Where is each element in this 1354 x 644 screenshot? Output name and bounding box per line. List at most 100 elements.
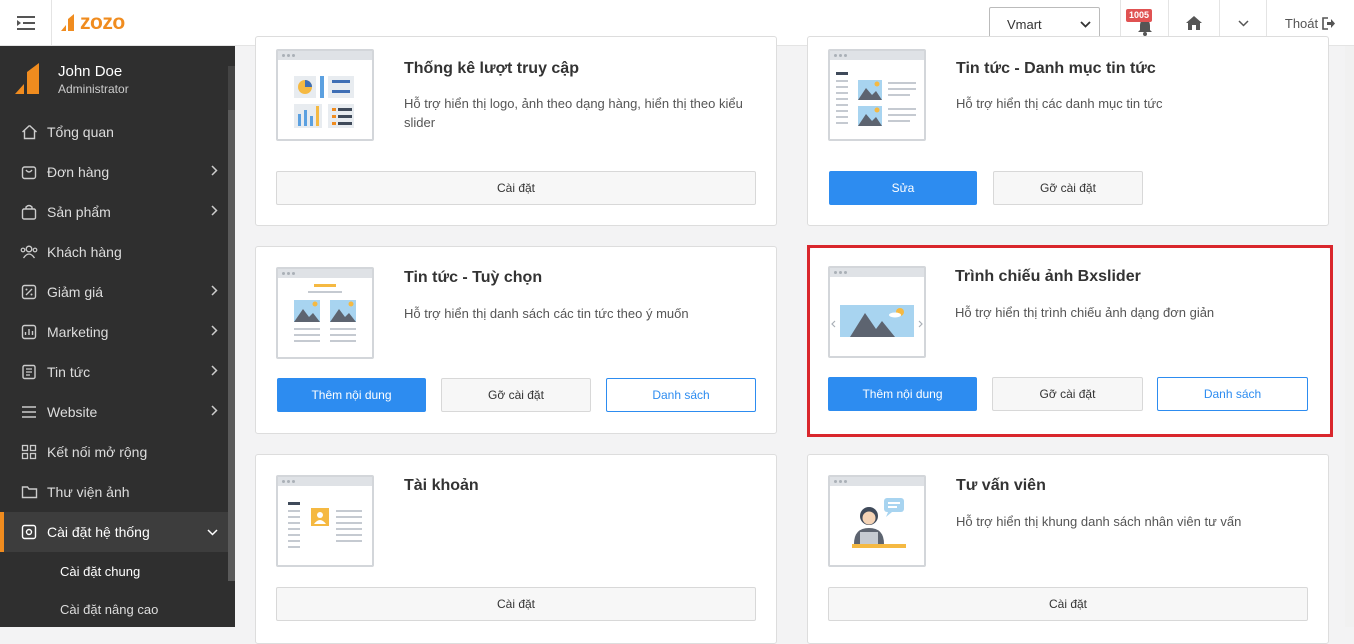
sidebar: John Doe Administrator Tổng quan Đơn hàn… (0, 46, 235, 627)
sidebar-item-khach-hang[interactable]: Khách hàng (0, 232, 228, 272)
sidebar-item-cai-dat-he-thong[interactable]: Cài đặt hệ thống (0, 512, 228, 552)
plugin-card-tai-khoan: Tài khoản Cài đặt (255, 454, 777, 644)
plugin-description: Hỗ trợ hiển thị logo, ảnh theo dạng hàng… (404, 96, 743, 130)
menu-icon (16, 16, 35, 30)
chevron-right-icon (211, 365, 218, 379)
sidebar-item-label: Website (47, 404, 98, 420)
account-illustration-icon (288, 502, 362, 548)
sidebar-item-marketing[interactable]: Marketing (0, 312, 228, 352)
chevron-down-icon (1237, 19, 1249, 27)
sidebar-item-label: Sản phẩm (47, 204, 111, 220)
plugin-card-tin-tuc-tuy-chon: Tin tức - Tuỳ chọn Hỗ trợ hiển thị danh … (255, 246, 777, 434)
bag-icon (20, 203, 38, 221)
plugin-card-tu-van-vien: Tư vấn viên Hỗ trợ hiển thị khung danh s… (807, 454, 1329, 644)
chevron-right-icon (211, 165, 218, 179)
logo-mark-icon (61, 14, 74, 31)
user-role: Administrator (58, 81, 129, 96)
logout-icon (1322, 16, 1336, 30)
users-icon (20, 243, 38, 261)
plugin-description: Hỗ trợ hiển thị trình chiếu ảnh dạng đơn… (955, 305, 1215, 320)
plugin-thumbnail (828, 266, 926, 358)
install-button[interactable]: Cài đặt (276, 171, 756, 205)
sidebar-item-label: Tổng quan (47, 124, 114, 140)
sidebar-item-giam-gia[interactable]: Giảm giá (0, 272, 228, 312)
sidebar-item-label: Kết nối mở rộng (47, 444, 148, 460)
user-name: John Doe (58, 62, 123, 80)
sidebar-item-thu-vien-anh[interactable]: Thư viện ảnh (0, 472, 228, 512)
apps-icon (20, 443, 38, 461)
slider-illustration-icon (831, 305, 923, 337)
plugin-card-thong-ke: Thống kê lượt truy cập Hỗ trợ hiển thị l… (255, 36, 777, 226)
plugin-title: Tin tức - Danh mục tin tức (956, 60, 1156, 77)
settings-icon (20, 523, 38, 541)
logout-label: Thoát (1284, 15, 1319, 31)
plugin-title: Thống kê lượt truy cập (404, 60, 579, 77)
add-content-button[interactable]: Thêm nội dung (828, 377, 977, 411)
plugin-title: Tư vấn viên (956, 477, 1046, 494)
add-content-button[interactable]: Thêm nội dung (277, 378, 426, 412)
sidebar-item-label: Tin tức (47, 364, 91, 380)
main-scrollbar[interactable] (1345, 46, 1354, 627)
sidebar-item-san-pham[interactable]: Sản phẩm (0, 192, 228, 232)
cart-icon (20, 163, 38, 181)
store-select-value: Vmart (1007, 16, 1042, 32)
plugin-description: Hỗ trợ hiển thị các danh mục tin tức (956, 96, 1163, 111)
plugin-card-danh-muc-tin-tuc: Tin tức - Danh mục tin tức Hỗ trợ hiển t… (807, 36, 1329, 226)
plugin-thumbnail (276, 49, 374, 141)
uninstall-button[interactable]: Gỡ cài đặt (993, 171, 1143, 205)
avatar (15, 63, 39, 94)
news-icon (20, 363, 38, 381)
uninstall-button[interactable]: Gỡ cài đặt (441, 378, 591, 412)
sidebar-item-don-hang[interactable]: Đơn hàng (0, 152, 228, 192)
sidebar-item-label: Marketing (47, 324, 109, 340)
plugin-title: Tài khoản (404, 477, 479, 494)
chevron-down-icon (207, 525, 218, 539)
sidebar-item-tong-quan[interactable]: Tổng quan (0, 112, 228, 152)
list-button[interactable]: Danh sách (606, 378, 756, 412)
list-button[interactable]: Danh sách (1157, 377, 1308, 411)
sidebar-item-website[interactable]: Website (0, 392, 228, 432)
install-button[interactable]: Cài đặt (828, 587, 1308, 621)
sidebar-item-label: Cài đặt hệ thống (47, 524, 150, 540)
notification-count-badge: 1005 (1126, 9, 1153, 22)
discount-icon (20, 283, 38, 301)
sidebar-subitem-cai-dat-nang-cao[interactable]: Cài đặt nâng cao (0, 590, 228, 628)
statistics-illustration-icon (294, 76, 354, 128)
install-button[interactable]: Cài đặt (276, 587, 756, 621)
logo[interactable]: zozo (60, 11, 125, 35)
logo-text: zozo (80, 11, 125, 34)
website-icon (20, 403, 38, 421)
sidebar-item-label: Thư viện ảnh (47, 484, 130, 500)
plugin-title: Trình chiếu ảnh Bxslider (955, 268, 1141, 285)
sidebar-nav: Tổng quan Đơn hàng Sản phẩm Khách hàng G… (0, 112, 235, 628)
plugin-card-bxslider: Trình chiếu ảnh Bxslider Hỗ trợ hiển thị… (810, 248, 1330, 434)
plugin-title: Tin tức - Tuỳ chọn (404, 269, 543, 286)
sidebar-item-tin-tuc[interactable]: Tin tức (0, 352, 228, 392)
menu-toggle-button[interactable] (0, 0, 52, 46)
folder-icon (20, 483, 38, 501)
plugin-description: Hỗ trợ hiển thị khung danh sách nhân viê… (956, 514, 1242, 529)
chevron-right-icon (211, 405, 218, 419)
plugin-description: Hỗ trợ hiển thị danh sách các tin tức th… (404, 306, 689, 321)
plugin-thumbnail (276, 267, 374, 359)
consultant-illustration-icon (852, 498, 906, 548)
home-icon (20, 123, 38, 141)
edit-button[interactable]: Sửa (829, 171, 977, 205)
sidebar-item-label: Đơn hàng (47, 164, 110, 180)
uninstall-button[interactable]: Gỡ cài đặt (992, 377, 1143, 411)
sidebar-subitem-cai-dat-chung[interactable]: Cài đặt chung (0, 552, 228, 590)
news-custom-illustration-icon (294, 284, 356, 342)
sidebar-item-ket-noi-mo-rong[interactable]: Kết nối mở rộng (0, 432, 228, 472)
chevron-down-icon (1080, 20, 1091, 28)
home-icon (1186, 16, 1202, 30)
plugin-thumbnail (828, 49, 926, 141)
sidebar-item-label: Giảm giá (47, 284, 104, 300)
marketing-icon (20, 323, 38, 341)
news-category-illustration-icon (836, 72, 916, 126)
plugin-thumbnail (276, 475, 374, 567)
chevron-right-icon (211, 285, 218, 299)
user-profile[interactable]: John Doe Administrator (0, 46, 235, 112)
sidebar-scrollbar-thumb[interactable] (228, 110, 235, 581)
chevron-right-icon (211, 325, 218, 339)
plugin-thumbnail (828, 475, 926, 567)
